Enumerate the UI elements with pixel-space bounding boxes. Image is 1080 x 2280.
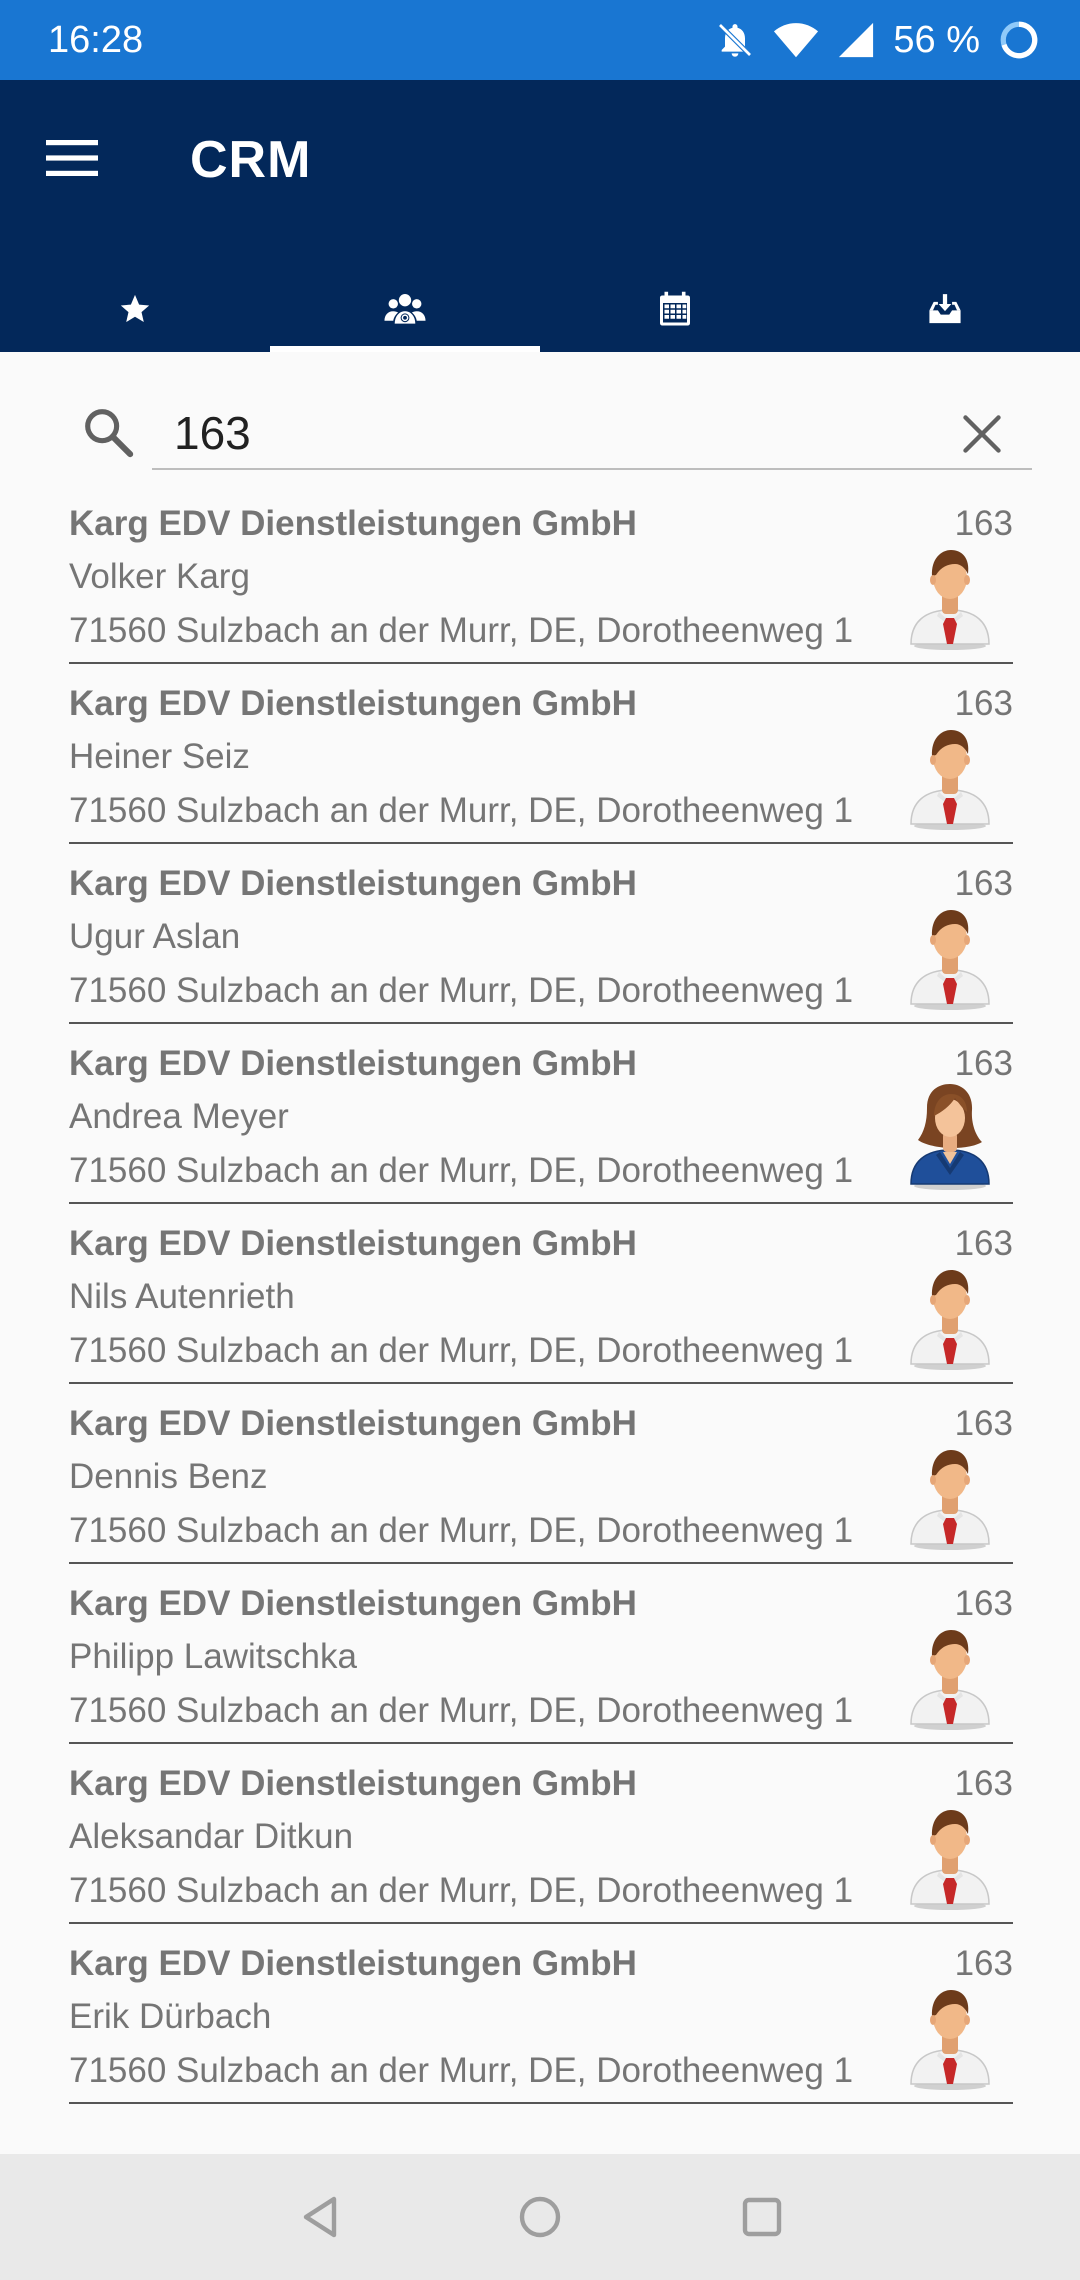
contact-company: Karg EDV Dienstleistungen GmbH xyxy=(69,1044,637,1083)
hamburger-menu-icon[interactable] xyxy=(36,118,108,198)
signal-icon xyxy=(837,21,875,59)
contact-name: Andrea Meyer xyxy=(69,1097,289,1136)
contact-list-item[interactable]: Karg EDV Dienstleistungen GmbH 163 Phili… xyxy=(69,1564,1013,1744)
contact-list-item[interactable]: Karg EDV Dienstleistungen GmbH 163 Heine… xyxy=(69,664,1013,844)
contact-address: 71560 Sulzbach an der Murr, DE, Dorothee… xyxy=(69,1691,854,1730)
status-bar: 16:28 56 % xyxy=(0,0,1080,80)
male-avatar-icon xyxy=(905,538,995,650)
contact-list-item[interactable]: Karg EDV Dienstleistungen GmbH 163 Andre… xyxy=(69,1024,1013,1204)
contact-company: Karg EDV Dienstleistungen GmbH xyxy=(69,1764,637,1803)
contact-name: Ugur Aslan xyxy=(69,917,241,956)
calendar-icon xyxy=(658,291,692,332)
contact-company: Karg EDV Dienstleistungen GmbH xyxy=(69,504,637,543)
male-avatar-icon xyxy=(905,1618,995,1730)
contact-address: 71560 Sulzbach an der Murr, DE, Dorothee… xyxy=(69,1331,854,1370)
contact-address: 71560 Sulzbach an der Murr, DE, Dorothee… xyxy=(69,1871,854,1910)
tab-bar xyxy=(0,270,1080,352)
contact-list-item[interactable]: Karg EDV Dienstleistungen GmbH 163 Aleks… xyxy=(69,1744,1013,1924)
male-avatar-icon xyxy=(905,718,995,830)
contact-name: Aleksandar Ditkun xyxy=(69,1817,354,1856)
contact-name: Nils Autenrieth xyxy=(69,1277,295,1316)
tab-favorites[interactable] xyxy=(0,270,270,352)
contact-company: Karg EDV Dienstleistungen GmbH xyxy=(69,1944,637,1983)
male-avatar-icon xyxy=(905,1258,995,1370)
male-avatar-icon xyxy=(905,898,995,1010)
contact-list-item[interactable]: Karg EDV Dienstleistungen GmbH 163 Ugur … xyxy=(69,844,1013,1024)
contact-address: 71560 Sulzbach an der Murr, DE, Dorothee… xyxy=(69,1511,854,1550)
app-bar: CRM xyxy=(0,80,1080,352)
status-icons: 56 % xyxy=(715,0,1040,80)
contact-address: 71560 Sulzbach an der Murr, DE, Dorothee… xyxy=(69,2051,854,2090)
contact-address: 71560 Sulzbach an der Murr, DE, Dorothee… xyxy=(69,1151,854,1190)
recents-icon[interactable] xyxy=(727,2182,797,2252)
inbox-download-icon xyxy=(928,293,962,330)
female-avatar-icon xyxy=(905,1078,995,1190)
battery-text: 56 % xyxy=(893,18,980,61)
home-icon[interactable] xyxy=(505,2182,575,2252)
contacts-group-icon xyxy=(383,291,427,332)
tab-contacts[interactable] xyxy=(270,270,540,352)
app-title: CRM xyxy=(190,131,312,189)
contact-name: Philipp Lawitschka xyxy=(69,1637,357,1676)
search-icon xyxy=(80,404,140,464)
male-avatar-icon xyxy=(905,1438,995,1550)
contact-company: Karg EDV Dienstleistungen GmbH xyxy=(69,1224,637,1263)
contact-name: Dennis Benz xyxy=(69,1457,268,1496)
contact-list-item[interactable]: Karg EDV Dienstleistungen GmbH 163 Volke… xyxy=(69,484,1013,664)
contact-address: 71560 Sulzbach an der Murr, DE, Dorothee… xyxy=(69,611,854,650)
contact-list-item[interactable]: Karg EDV Dienstleistungen GmbH 163 Nils … xyxy=(69,1204,1013,1384)
contact-address: 71560 Sulzbach an der Murr, DE, Dorothee… xyxy=(69,971,854,1010)
search-input[interactable] xyxy=(152,398,1032,470)
contact-company: Karg EDV Dienstleistungen GmbH xyxy=(69,864,637,903)
system-nav-bar xyxy=(0,2154,1080,2280)
battery-ring-icon xyxy=(998,19,1040,61)
close-icon[interactable] xyxy=(950,402,1014,466)
male-avatar-icon xyxy=(905,1798,995,1910)
tab-inbox[interactable] xyxy=(810,270,1080,352)
contact-list-item[interactable]: Karg EDV Dienstleistungen GmbH 163 Erik … xyxy=(69,1924,1013,2104)
contact-company: Karg EDV Dienstleistungen GmbH xyxy=(69,684,637,723)
contact-company: Karg EDV Dienstleistungen GmbH xyxy=(69,1584,637,1623)
contact-company: Karg EDV Dienstleistungen GmbH xyxy=(69,1404,637,1443)
male-avatar-icon xyxy=(905,1978,995,2090)
star-icon xyxy=(118,292,152,331)
contact-address: 71560 Sulzbach an der Murr, DE, Dorothee… xyxy=(69,791,854,830)
search-bar xyxy=(0,352,1080,482)
back-icon[interactable] xyxy=(285,2182,355,2252)
contact-name: Volker Karg xyxy=(69,557,250,596)
status-time: 16:28 xyxy=(48,19,144,61)
contact-list: Karg EDV Dienstleistungen GmbH 163 Volke… xyxy=(0,484,1080,2104)
contact-list-item[interactable]: Karg EDV Dienstleistungen GmbH 163 Denni… xyxy=(69,1384,1013,1564)
bell-off-icon xyxy=(715,20,755,60)
tab-calendar[interactable] xyxy=(540,270,810,352)
contact-name: Heiner Seiz xyxy=(69,737,250,776)
wifi-icon xyxy=(773,20,819,60)
contact-name: Erik Dürbach xyxy=(69,1997,272,2036)
